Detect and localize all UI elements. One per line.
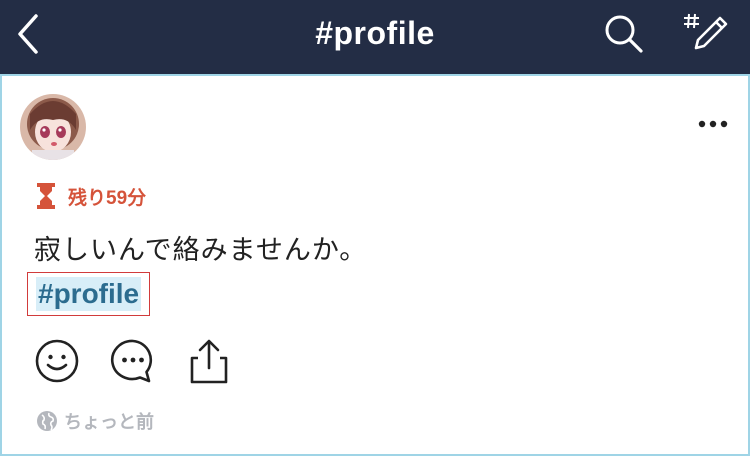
reaction-button[interactable] — [34, 338, 80, 384]
share-icon — [190, 339, 228, 384]
posted-time-label: ちょっと前 — [64, 412, 154, 433]
smiley-icon — [35, 339, 79, 383]
more-options-button[interactable] — [694, 114, 734, 134]
top-bar: #profile — [0, 0, 750, 74]
share-button[interactable] — [186, 338, 232, 384]
post-timestamp: ちょっと前 — [36, 408, 154, 434]
comment-button[interactable] — [110, 338, 156, 384]
post-card: 残り59分 寂しいんで絡みませんか。 #profile ちょっと前 — [0, 74, 750, 456]
globe-icon — [37, 411, 57, 431]
time-remaining-label: 残り59分 — [68, 187, 147, 209]
search-icon — [605, 15, 643, 53]
time-remaining: 残り59分 — [36, 182, 146, 210]
post-actions — [34, 338, 234, 384]
search-button[interactable] — [602, 12, 646, 56]
hashtag-link[interactable]: #profile — [27, 272, 151, 316]
more-horizontal-icon — [698, 120, 728, 128]
hashtag-label: #profile — [36, 277, 142, 311]
avatar-image — [20, 94, 86, 160]
hashtag-pencil-icon — [684, 13, 728, 50]
avatar[interactable] — [20, 94, 86, 160]
hourglass-icon — [37, 183, 55, 209]
hashtag-post-button[interactable] — [682, 12, 730, 56]
post-text: 寂しいんで絡みませんか。 — [34, 235, 368, 266]
comment-icon — [110, 339, 153, 383]
